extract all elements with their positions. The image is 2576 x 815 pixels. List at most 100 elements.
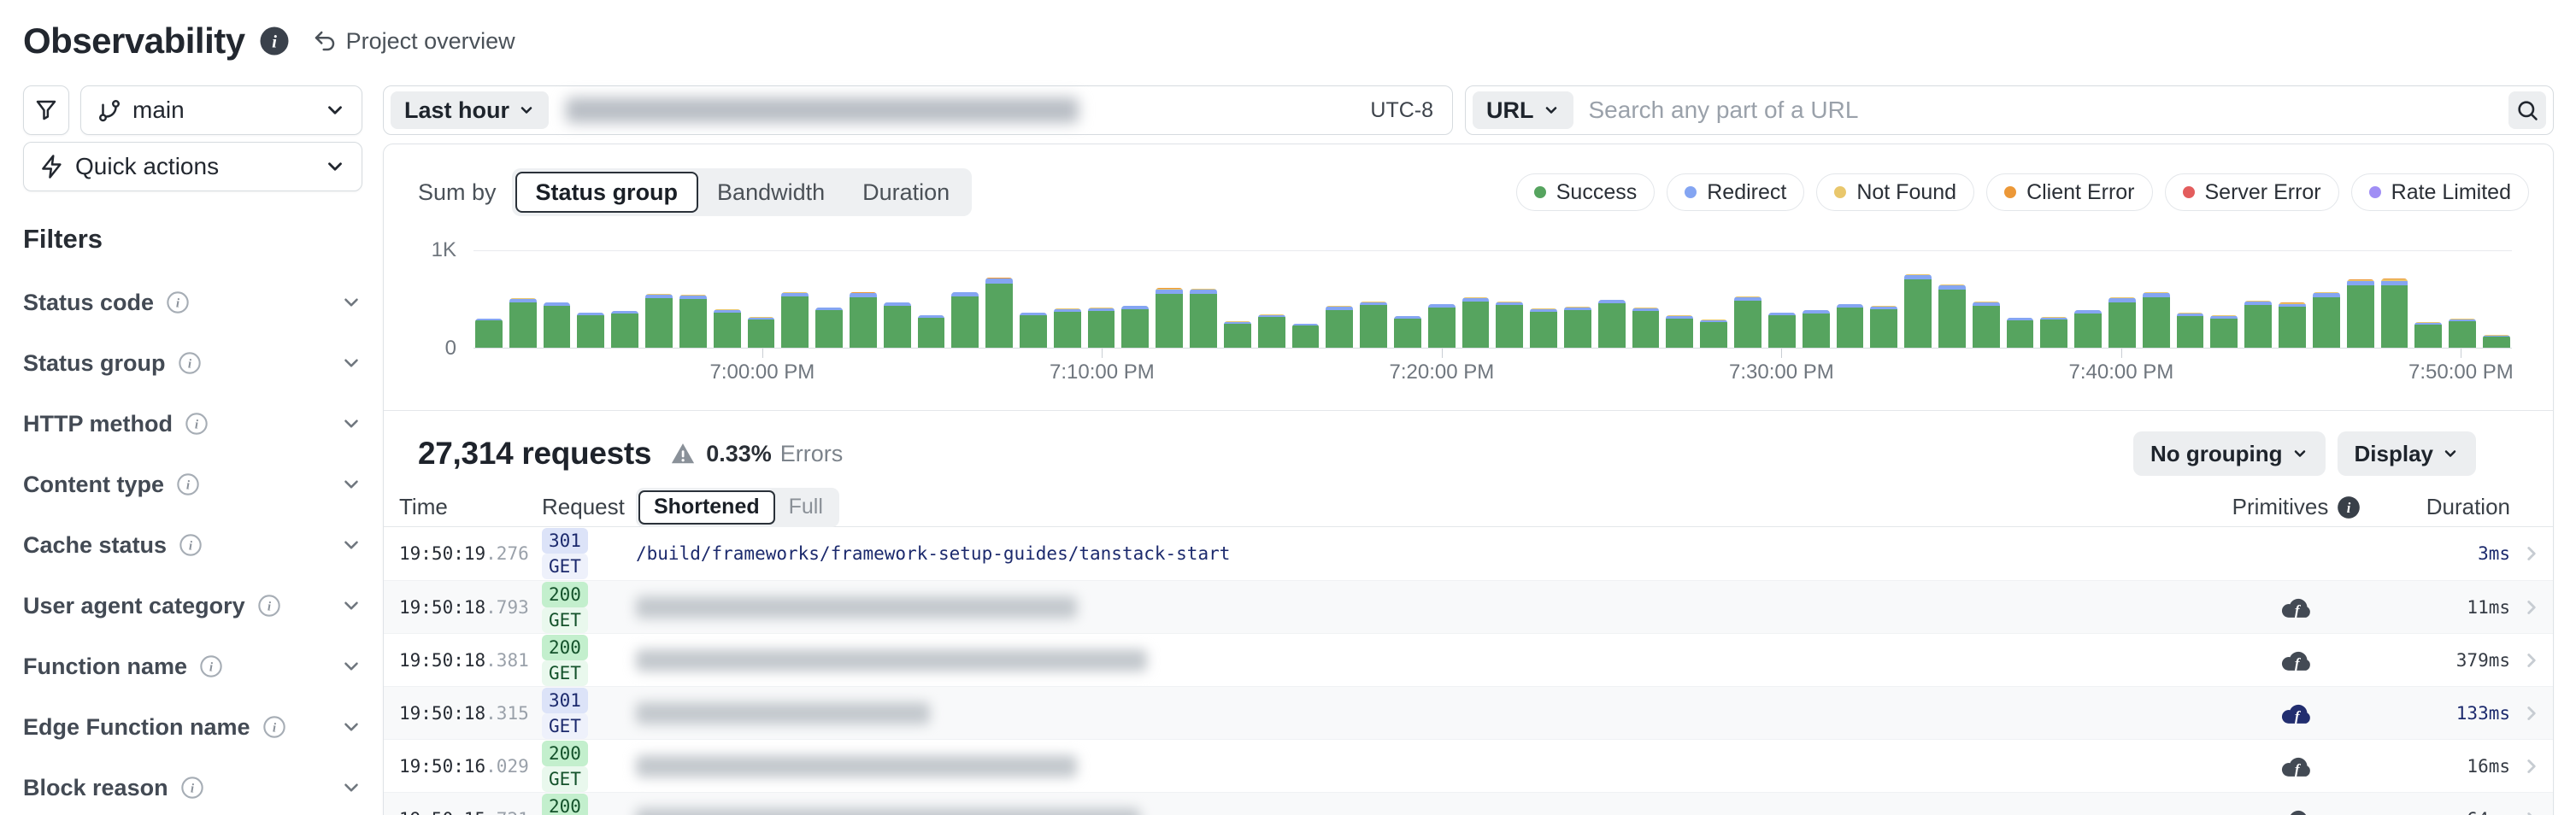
request-row[interactable]: 19:50:18.381200GET f 379ms bbox=[384, 633, 2553, 686]
time-preset-dropdown[interactable]: Last hour bbox=[391, 91, 549, 129]
info-icon[interactable]: i bbox=[178, 351, 202, 375]
chart-bar[interactable] bbox=[1837, 304, 1864, 348]
chart-bar[interactable] bbox=[1360, 302, 1387, 348]
chart-bar[interactable] bbox=[918, 315, 945, 348]
chart-bar[interactable] bbox=[1973, 302, 2000, 348]
row-expand-chevron[interactable] bbox=[2510, 702, 2553, 724]
chart-bar[interactable] bbox=[679, 295, 707, 348]
display-dropdown[interactable]: Display bbox=[2338, 431, 2477, 476]
chart-bar[interactable] bbox=[1258, 314, 1285, 348]
sum-by-tab-bandwidth[interactable]: Bandwidth bbox=[698, 172, 844, 213]
chart-bar[interactable] bbox=[2108, 297, 2136, 348]
chart-bar[interactable] bbox=[714, 309, 741, 348]
chart-bar[interactable] bbox=[1428, 304, 1456, 348]
request-row[interactable]: 19:50:19.276301GET/build/frameworks/fram… bbox=[384, 527, 2553, 580]
sidebar-filter-item-block-reason[interactable]: Block reason i bbox=[23, 769, 362, 806]
request-row[interactable]: 19:50:18.793200GET f 11ms bbox=[384, 580, 2553, 633]
chart-bar[interactable] bbox=[815, 308, 843, 348]
function-primitive-icon[interactable]: f bbox=[2279, 753, 2314, 780]
sidebar-filter-item-function-name[interactable]: Function name i bbox=[23, 648, 362, 685]
row-expand-chevron[interactable] bbox=[2510, 755, 2553, 777]
chart-bar[interactable] bbox=[509, 298, 537, 348]
info-icon[interactable]: i bbox=[262, 715, 286, 739]
request-view-tab-full[interactable]: Full bbox=[775, 490, 837, 525]
chart-bar[interactable] bbox=[1598, 300, 1626, 348]
chart-bar[interactable] bbox=[884, 302, 911, 348]
chart-bar[interactable] bbox=[1768, 313, 1796, 348]
info-icon[interactable]: i bbox=[176, 472, 200, 496]
request-row[interactable]: 19:50:15.721200GET f 64ms bbox=[384, 792, 2553, 815]
chart-bar[interactable] bbox=[781, 292, 809, 348]
chart-bar[interactable] bbox=[1462, 297, 1490, 348]
chart-bar[interactable] bbox=[1803, 310, 1830, 348]
chart-bar[interactable] bbox=[2177, 313, 2204, 348]
chart-bar[interactable] bbox=[2143, 292, 2170, 348]
chart-bar[interactable] bbox=[1292, 324, 1320, 348]
filter-button[interactable] bbox=[23, 85, 69, 135]
chart-bar[interactable] bbox=[2381, 279, 2408, 348]
chart-bar[interactable] bbox=[544, 302, 571, 348]
chart-bar[interactable] bbox=[2279, 302, 2306, 348]
chart-bar[interactable] bbox=[2040, 317, 2067, 348]
chart-bar[interactable] bbox=[1938, 284, 1966, 348]
chart-bar[interactable] bbox=[1394, 316, 1421, 348]
chart-bar[interactable] bbox=[2347, 279, 2374, 348]
search-scope-dropdown[interactable]: URL bbox=[1473, 91, 1573, 129]
chart-bar[interactable] bbox=[1088, 308, 1115, 348]
legend-item-success[interactable]: Success bbox=[1516, 173, 1655, 211]
branch-selector[interactable]: main bbox=[80, 85, 362, 135]
info-icon[interactable]: i bbox=[199, 654, 223, 678]
chart-bar[interactable] bbox=[2244, 301, 2272, 348]
function-primitive-icon[interactable]: f bbox=[2279, 594, 2314, 621]
chart-bar[interactable] bbox=[1121, 306, 1149, 348]
sidebar-filter-item-content-type[interactable]: Content type i bbox=[23, 466, 362, 503]
chart-bar[interactable] bbox=[2074, 310, 2102, 348]
chart-bar[interactable] bbox=[2449, 319, 2476, 348]
chart-bar[interactable] bbox=[1224, 321, 1251, 348]
chart-bar[interactable] bbox=[1190, 289, 1217, 348]
chart-bar[interactable] bbox=[475, 319, 503, 348]
request-view-tab-shortened[interactable]: Shortened bbox=[638, 490, 775, 525]
info-icon[interactable]: i bbox=[257, 594, 281, 618]
chart-bar[interactable] bbox=[1564, 307, 1591, 348]
chart-bar[interactable] bbox=[2007, 318, 2034, 348]
sidebar-filter-item-cache-status[interactable]: Cache status i bbox=[23, 526, 362, 564]
chart-bar[interactable] bbox=[1734, 296, 1761, 348]
sidebar-filter-item-status-code[interactable]: Status code i bbox=[23, 284, 362, 321]
chart-bar[interactable] bbox=[1700, 320, 1727, 348]
chart-bar[interactable] bbox=[645, 294, 673, 348]
info-icon[interactable]: i bbox=[259, 26, 290, 56]
legend-item-redirect[interactable]: Redirect bbox=[1667, 173, 1804, 211]
chart-bar[interactable] bbox=[748, 317, 775, 348]
sidebar-filter-item-edge-function-name[interactable]: Edge Function name i bbox=[23, 708, 362, 746]
date-range-picker[interactable]: Last hour UTC-8 bbox=[383, 85, 1453, 135]
chart-bar[interactable] bbox=[2414, 322, 2442, 348]
row-expand-chevron[interactable] bbox=[2510, 542, 2553, 565]
info-icon[interactable]: i bbox=[179, 533, 203, 557]
chart-bar[interactable] bbox=[1904, 274, 1932, 348]
request-row[interactable]: 19:50:16.029200GET f 16ms bbox=[384, 739, 2553, 792]
breadcrumb[interactable]: Project overview bbox=[312, 28, 515, 55]
function-primitive-icon[interactable]: f bbox=[2279, 647, 2314, 674]
chart-bar[interactable] bbox=[1666, 315, 1693, 348]
quick-actions-button[interactable]: Quick actions bbox=[23, 142, 362, 191]
chart-bar[interactable] bbox=[1054, 308, 1081, 348]
info-icon[interactable]: i bbox=[185, 412, 209, 436]
sidebar-filter-item-user-agent-category[interactable]: User agent category i bbox=[23, 587, 362, 624]
legend-item-rate-limited[interactable]: Rate Limited bbox=[2351, 173, 2529, 211]
chart-bar[interactable] bbox=[2313, 292, 2340, 348]
info-icon[interactable]: i bbox=[166, 290, 190, 314]
chart-bar[interactable] bbox=[2210, 315, 2238, 348]
chart-bar[interactable] bbox=[1020, 313, 1047, 348]
info-icon[interactable]: i bbox=[2337, 495, 2361, 519]
legend-item-not-found[interactable]: Not Found bbox=[1816, 173, 1974, 211]
chart-bar[interactable] bbox=[577, 313, 604, 348]
info-icon[interactable]: i bbox=[180, 776, 204, 800]
grouping-dropdown[interactable]: No grouping bbox=[2133, 431, 2326, 476]
chart-bar[interactable] bbox=[611, 311, 638, 348]
chart-bar[interactable] bbox=[1632, 308, 1660, 348]
chart-bar[interactable] bbox=[2483, 335, 2510, 348]
legend-item-client-error[interactable]: Client Error bbox=[1986, 173, 2152, 211]
row-expand-chevron[interactable] bbox=[2510, 649, 2553, 671]
legend-item-server-error[interactable]: Server Error bbox=[2165, 173, 2339, 211]
